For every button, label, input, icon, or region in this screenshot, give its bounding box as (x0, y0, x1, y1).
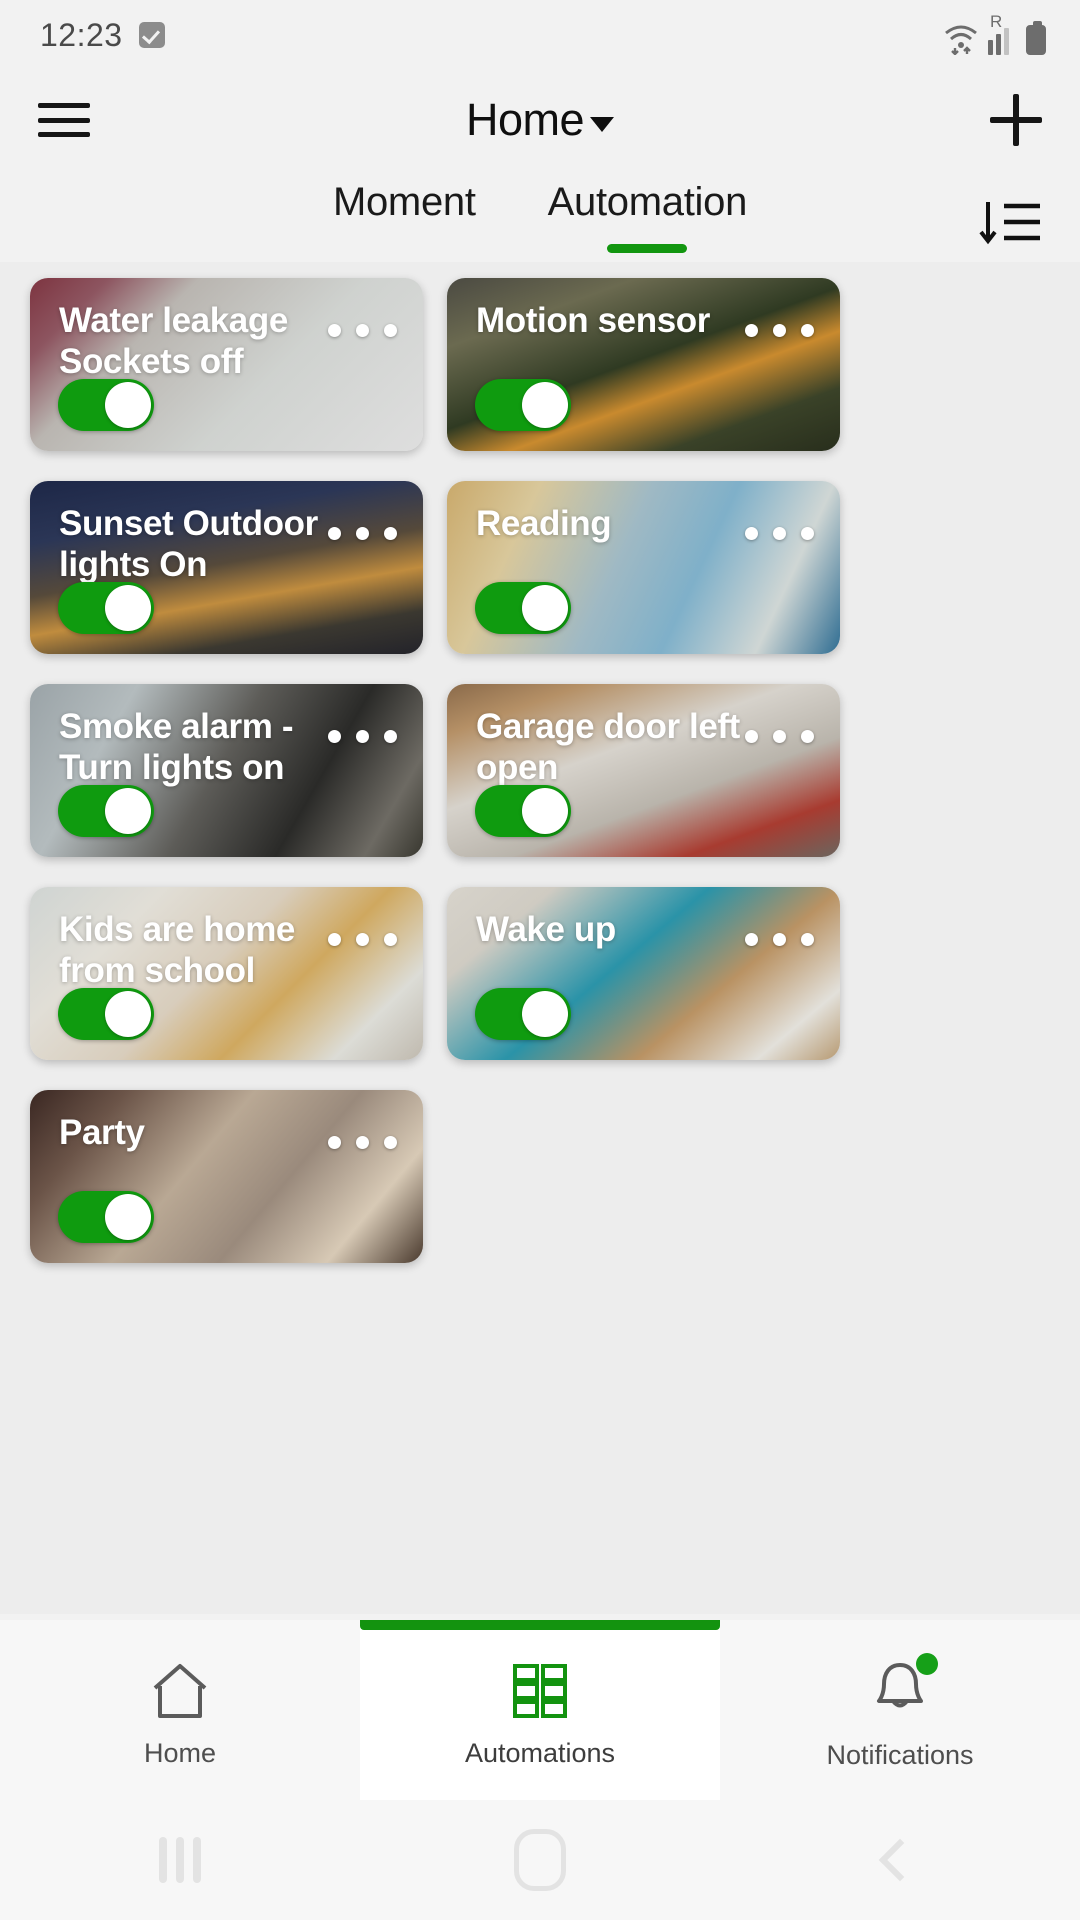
tab-moment[interactable]: Moment (333, 180, 476, 239)
more-options-icon[interactable] (745, 933, 814, 946)
nav-item-home[interactable]: Home (0, 1620, 360, 1800)
automation-card[interactable]: Motion sensor (447, 278, 840, 451)
page-title: Home (465, 94, 585, 145)
automation-toggle[interactable] (475, 582, 571, 634)
nav-item-automations[interactable]: Automations (360, 1620, 720, 1800)
automation-title: Water leakage Sockets off (59, 301, 288, 381)
nav-label: Automations (464, 1737, 616, 1768)
automation-title: Party (59, 1113, 145, 1152)
automation-title: Smoke alarm - Turn lights on (59, 707, 294, 787)
automation-toggle[interactable] (475, 379, 571, 431)
hamburger-menu-icon[interactable] (38, 103, 90, 137)
more-options-icon[interactable] (745, 527, 814, 540)
automation-card[interactable]: Kids are home from school (30, 887, 423, 1060)
tab-bar: Moment Automation (0, 170, 1080, 262)
back-chevron-icon[interactable] (720, 1838, 1080, 1882)
home-selector[interactable]: Home (465, 94, 615, 146)
battery-icon (1026, 20, 1046, 55)
automation-title: Sunset Outdoor lights On (59, 504, 318, 584)
automation-card[interactable]: Water leakage Sockets off (30, 278, 423, 451)
automation-toggle[interactable] (58, 379, 154, 431)
more-options-icon[interactable] (328, 527, 397, 540)
automation-title: Reading (476, 504, 612, 543)
home-icon (153, 1663, 207, 1718)
grid-icon (513, 1663, 567, 1718)
automation-toggle[interactable] (58, 1191, 154, 1243)
automation-card[interactable]: Sunset Outdoor lights On (30, 481, 423, 654)
automation-toggle[interactable] (475, 988, 571, 1040)
automation-card[interactable]: Garage door left open (447, 684, 840, 857)
more-options-icon[interactable] (745, 324, 814, 337)
automation-card[interactable]: Smoke alarm - Turn lights on (30, 684, 423, 857)
status-bar-left: 12:23 (40, 17, 165, 54)
automation-title: Wake up (476, 910, 616, 949)
tab-list: Moment Automation (0, 170, 1080, 239)
wifi-icon (945, 25, 977, 55)
roaming-letter: R (990, 11, 1003, 31)
roaming-signal-icon: R (988, 12, 1017, 55)
add-button[interactable] (989, 94, 1042, 146)
tab-automation[interactable]: Automation (548, 180, 748, 239)
sort-descending-icon[interactable] (978, 198, 1044, 246)
more-options-icon[interactable] (328, 933, 397, 946)
automation-toggle[interactable] (58, 582, 154, 634)
automation-title: Kids are home from school (59, 910, 295, 990)
status-bar-right: R (943, 12, 1046, 55)
automation-toggle[interactable] (58, 988, 154, 1040)
bottom-navigation: Home Automations Notifications (0, 1620, 1080, 1800)
nav-label: Notifications (826, 1740, 974, 1770)
app-bar: Home (0, 70, 1080, 170)
automation-scroll-area[interactable]: Water leakage Sockets off Motion sensor … (0, 262, 1080, 1614)
status-time: 12:23 (40, 16, 123, 53)
recent-apps-icon[interactable] (0, 1837, 360, 1883)
automation-title: Motion sensor (476, 301, 710, 340)
system-navigation-bar (0, 1800, 1080, 1920)
notification-badge (916, 1653, 938, 1675)
automation-grid: Water leakage Sockets off Motion sensor … (0, 278, 1080, 1263)
chevron-down-icon (590, 116, 615, 132)
nav-label: Home (143, 1737, 217, 1768)
status-bar: 12:23 R (0, 0, 1080, 70)
automation-card[interactable]: Wake up (447, 887, 840, 1060)
more-options-icon[interactable] (328, 1136, 397, 1149)
nav-item-notifications[interactable]: Notifications (720, 1620, 1080, 1800)
automation-title: Garage door left open (476, 707, 740, 787)
automation-toggle[interactable] (58, 785, 154, 837)
home-pill-icon[interactable] (360, 1829, 720, 1891)
more-options-icon[interactable] (328, 324, 397, 337)
automation-toggle[interactable] (475, 785, 571, 837)
automation-card[interactable]: Party (30, 1090, 423, 1263)
checkbox-icon (138, 22, 165, 48)
more-options-icon[interactable] (745, 730, 814, 743)
more-options-icon[interactable] (328, 730, 397, 743)
automation-card[interactable]: Reading (447, 481, 840, 654)
